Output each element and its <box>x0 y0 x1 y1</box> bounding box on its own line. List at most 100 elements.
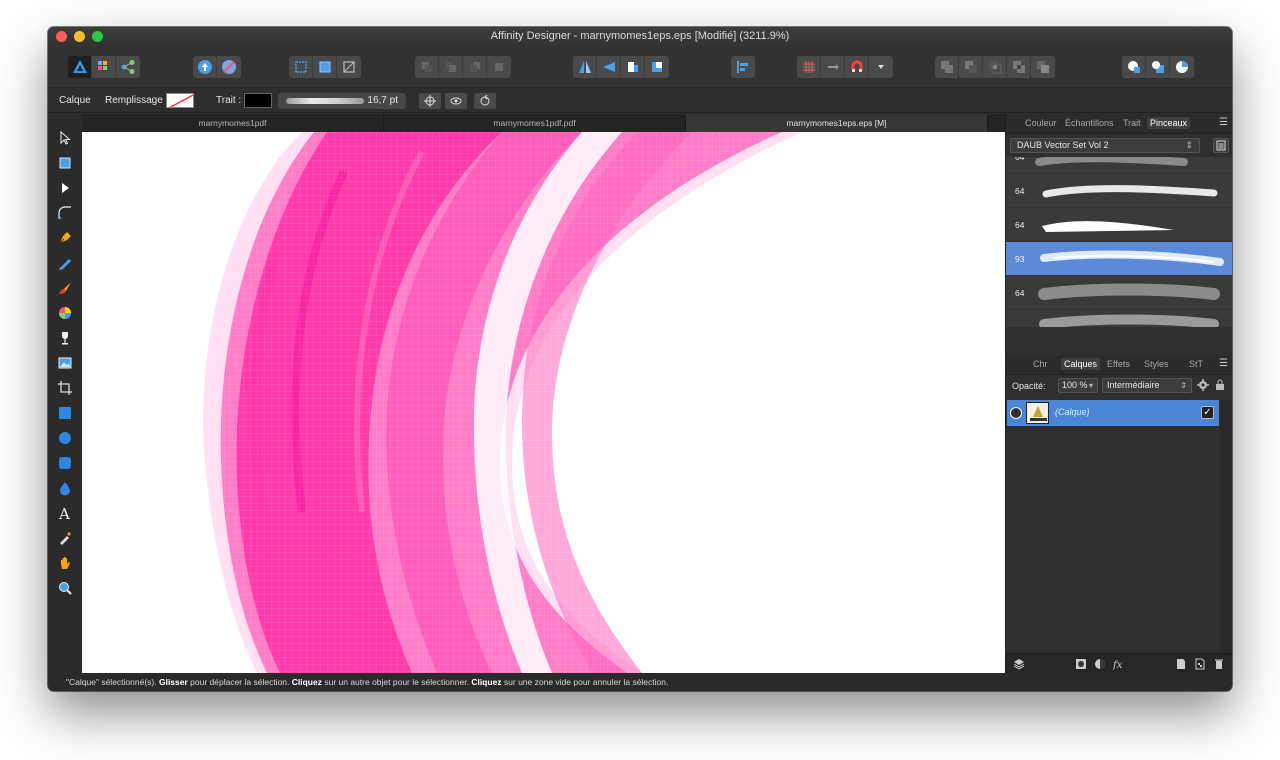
brush-list-view-button[interactable] <box>1213 138 1229 153</box>
divide-boolean-button[interactable] <box>1031 56 1055 78</box>
brush-item[interactable]: 64 <box>1006 276 1232 310</box>
add-pixel-layer-button[interactable] <box>1193 657 1207 671</box>
tab-calques[interactable]: Calques <box>1061 358 1101 370</box>
brush-item[interactable]: 64 <box>1006 174 1232 208</box>
brush-item[interactable]: 64 <box>1006 208 1232 242</box>
ellipse-tool[interactable] <box>55 428 75 448</box>
add-fx-button[interactable]: fx <box>1112 657 1126 671</box>
panel-menu-icon[interactable]: ☰ <box>1219 358 1228 369</box>
shape-tool[interactable] <box>55 478 75 498</box>
tab-echantillons[interactable]: Échantillons <box>1065 118 1114 128</box>
pixel-persona-button[interactable] <box>92 56 116 78</box>
brush-category-select[interactable]: DAUB Vector Set Vol 2 ⇕ <box>1010 138 1200 153</box>
crop-tool[interactable] <box>55 378 75 398</box>
panel-menu-icon[interactable]: ☰ <box>1219 117 1228 128</box>
layer-row[interactable]: (Calque) ✓ <box>1007 400 1219 426</box>
opacity-field[interactable]: 100 % ▾ <box>1058 378 1098 393</box>
place-image-tool[interactable] <box>55 353 75 373</box>
move-back-one-button[interactable] <box>439 56 463 78</box>
lock-icon[interactable] <box>1214 379 1226 391</box>
add-layer-button[interactable] <box>1174 657 1188 671</box>
tab-couleur[interactable]: Couleur <box>1025 118 1057 128</box>
vector-brush-tool[interactable] <box>55 278 75 298</box>
tab-chr[interactable]: Chr <box>1033 359 1048 369</box>
minimize-window-button[interactable] <box>74 31 85 42</box>
gear-icon[interactable] <box>1197 379 1209 391</box>
blend-mode-select[interactable]: Intermédiaire ⇕ <box>1102 378 1192 393</box>
rotate-right-button[interactable] <box>645 56 669 78</box>
selection-filled-icon <box>319 61 330 73</box>
share-button[interactable] <box>193 56 217 78</box>
brush-item[interactable] <box>1006 310 1232 327</box>
layers-scrollbar[interactable] <box>1220 400 1232 680</box>
select-all-button[interactable] <box>289 56 313 78</box>
transparency-tool[interactable] <box>55 328 75 348</box>
text-icon: A <box>58 505 70 521</box>
intersect-boolean-button[interactable] <box>983 56 1007 78</box>
document-canvas[interactable] <box>82 132 1005 673</box>
snapping-options-dropdown[interactable] <box>869 56 893 78</box>
align-button[interactable] <box>731 56 755 78</box>
add-adjustment-button[interactable] <box>1093 657 1107 671</box>
brush-item-selected[interactable]: 93 <box>1006 242 1232 276</box>
designer-persona-button[interactable] <box>68 56 92 78</box>
doc-tab-2[interactable]: marnymomes1pdf.pdf <box>384 114 686 132</box>
preview-toggle[interactable] <box>445 93 467 109</box>
xor-boolean-button[interactable] <box>1007 56 1031 78</box>
export-persona-button[interactable] <box>116 56 140 78</box>
snapping-button[interactable] <box>845 56 869 78</box>
tab-styles[interactable]: Styles <box>1144 359 1169 369</box>
stroke-swatch[interactable] <box>244 93 272 108</box>
brush-width-field[interactable]: 16,7 pt <box>278 93 406 109</box>
close-window-button[interactable] <box>56 31 67 42</box>
flip-horizontal-button[interactable] <box>573 56 597 78</box>
node-tool[interactable] <box>55 178 75 198</box>
pen-tool[interactable] <box>55 228 75 248</box>
color-picker-tool[interactable] <box>55 528 75 548</box>
move-to-front-button[interactable] <box>487 56 511 78</box>
move-tool[interactable] <box>55 128 75 148</box>
select-bounds-button[interactable] <box>313 56 337 78</box>
zoom-window-button[interactable] <box>92 31 103 42</box>
fill-swatch[interactable] <box>166 93 194 108</box>
layers-stack-button[interactable] <box>1012 657 1026 671</box>
tab-pinceaux[interactable]: Pinceaux <box>1147 117 1191 129</box>
transform-origin-toggle[interactable] <box>419 93 441 109</box>
add-mask-button[interactable] <box>1074 657 1088 671</box>
tab-trait[interactable]: Trait <box>1123 118 1141 128</box>
flip-vertical-button[interactable] <box>597 56 621 78</box>
tab-stt[interactable]: StT <box>1189 359 1203 369</box>
rectangle-tool[interactable] <box>55 403 75 423</box>
artboard-tool[interactable] <box>55 153 75 173</box>
add-boolean-button[interactable] <box>935 56 959 78</box>
grid-button[interactable] <box>797 56 821 78</box>
subtract-boolean-button[interactable] <box>959 56 983 78</box>
fill-tool[interactable] <box>55 303 75 323</box>
transform-origin-button[interactable] <box>337 56 361 78</box>
brush-stroke-preview <box>1042 185 1218 198</box>
move-to-back-button[interactable] <box>415 56 439 78</box>
brush-item[interactable]: 64 <box>1006 157 1232 174</box>
insert-behind-button[interactable] <box>1122 56 1146 78</box>
doc-tab-3[interactable]: marnymomes1eps.eps [M] <box>686 114 988 132</box>
pencil-tool[interactable] <box>55 253 75 273</box>
rotate-left-button[interactable] <box>621 56 645 78</box>
rotate-toggle[interactable] <box>474 93 496 109</box>
move-forward-one-button[interactable] <box>463 56 487 78</box>
text-tool[interactable]: A <box>55 503 75 523</box>
status-text: sur une zone vide pour annuler la sélect… <box>501 677 669 687</box>
doc-tab-1[interactable]: marnymomes1pdf <box>82 114 384 132</box>
insert-inside-button[interactable] <box>1170 56 1194 78</box>
snap-style-button[interactable] <box>217 56 241 78</box>
insert-top-button[interactable] <box>1146 56 1170 78</box>
guides-icon <box>827 64 839 70</box>
guides-button[interactable] <box>821 56 845 78</box>
expand-layer-icon[interactable] <box>1010 407 1022 419</box>
corner-tool[interactable] <box>55 203 75 223</box>
view-tool[interactable] <box>55 553 75 573</box>
layer-visibility-checkbox[interactable]: ✓ <box>1201 406 1214 419</box>
delete-layer-button[interactable] <box>1212 657 1226 671</box>
tab-effets[interactable]: Effets <box>1107 359 1130 369</box>
zoom-tool[interactable] <box>55 578 75 598</box>
rounded-rectangle-tool[interactable] <box>55 453 75 473</box>
